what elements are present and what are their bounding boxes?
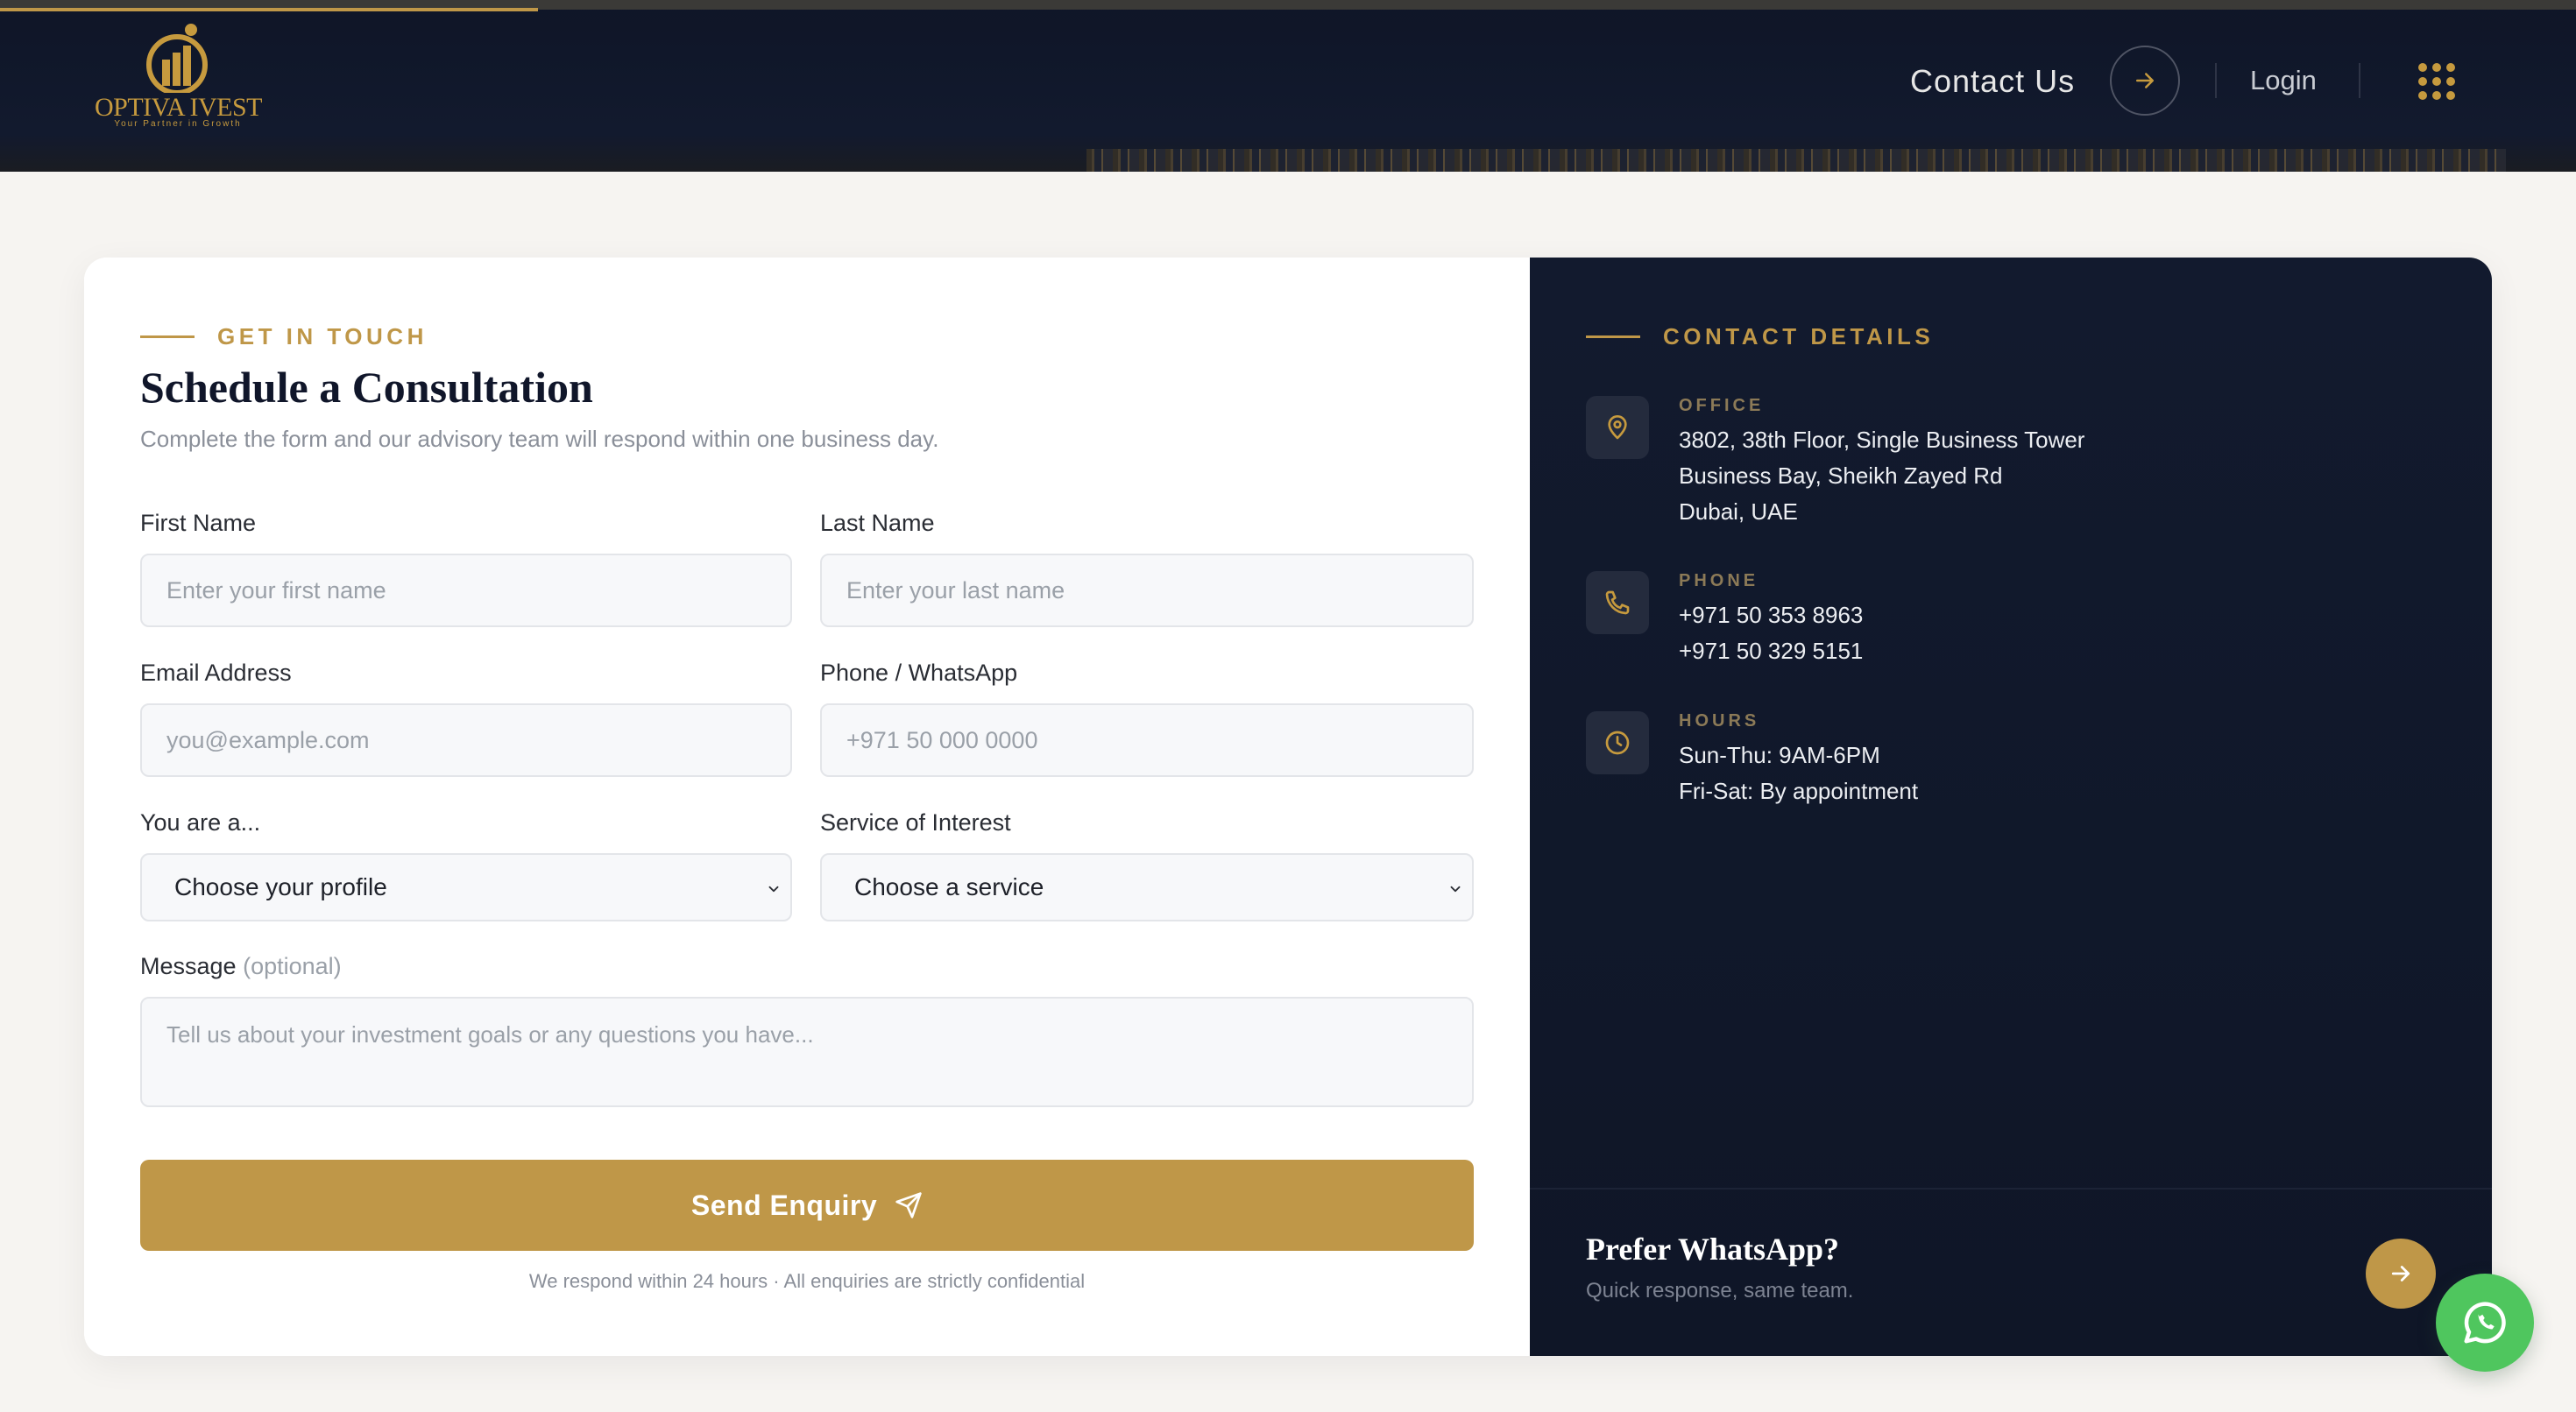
message-label-text: Message (140, 953, 237, 979)
send-enquiry-label: Send Enquiry (690, 1189, 878, 1221)
first-name-input[interactable]: Enter your first name (140, 554, 792, 627)
hours-line-2: Fri-Sat: By appointment (1679, 778, 1919, 804)
phone-input[interactable]: +971 50 000 0000 (820, 703, 1474, 777)
chevron-down-icon (768, 886, 779, 893)
office-heading: OFFICE (1679, 396, 1765, 415)
nav-divider (2215, 63, 2217, 98)
send-enquiry-button[interactable]: Send Enquiry (140, 1160, 1474, 1251)
service-select-value: Choose a service (854, 873, 1044, 900)
panel-divider (1530, 1188, 2492, 1190)
nav-divider (2359, 63, 2360, 98)
message-optional-hint: (optional) (243, 953, 342, 979)
enquiry-form: GET IN TOUCH Schedule a Consultation Com… (84, 258, 1530, 1356)
map-pin-icon (1608, 415, 1627, 440)
service-select[interactable]: Choose a service (820, 853, 1474, 921)
form-eyebrow: GET IN TOUCH (217, 323, 428, 349)
office-icon-tile (1586, 396, 1649, 459)
eyebrow-line (1586, 335, 1640, 338)
clock-icon (1605, 731, 1630, 755)
service-label: Service of Interest (820, 809, 1011, 836)
email-label: Email Address (140, 660, 292, 686)
page-progress-bar (0, 8, 538, 11)
phone-label: Phone / WhatsApp (820, 660, 1018, 686)
last-name-label: Last Name (820, 510, 935, 536)
contact-details-panel: CONTACT DETAILS OFFICE 3802, 38th Floor,… (1530, 258, 2492, 1356)
last-name-input[interactable]: Enter your last name (820, 554, 1474, 627)
whatsapp-floating-button[interactable] (2436, 1274, 2534, 1372)
nav-login-link[interactable]: Login (2250, 63, 2317, 98)
brand-logo[interactable]: OPTIVA IVEST Your Partner in Growth (95, 21, 262, 131)
apps-grid-icon[interactable] (2418, 63, 2455, 100)
phone-line-2[interactable]: +971 50 329 5151 (1679, 633, 1863, 669)
top-navigation: OPTIVA IVEST Your Partner in Growth Cont… (0, 0, 2576, 172)
profile-select-value: Choose your profile (174, 873, 387, 900)
email-input[interactable]: you@example.com (140, 703, 792, 777)
brand-tagline: Your Partner in Growth (114, 119, 242, 129)
phone-icon (1605, 590, 1630, 615)
paper-plane-icon (895, 1192, 922, 1218)
nav-contact-arrow-button[interactable] (2110, 46, 2180, 116)
contact-eyebrow: CONTACT DETAILS (1663, 323, 1935, 349)
whatsapp-icon (2464, 1302, 2506, 1344)
phone-icon-tile (1586, 571, 1649, 634)
form-subtitle: Complete the form and our advisory team … (140, 426, 939, 452)
first-name-label: First Name (140, 510, 257, 536)
phone-heading: PHONE (1679, 571, 1759, 590)
phone-line-1[interactable]: +971 50 353 8963 (1679, 597, 1863, 633)
whatsapp-cta-subtitle: Quick response, same team. (1586, 1279, 1854, 1303)
eyebrow-line (140, 335, 195, 338)
office-line-2: Business Bay, Sheikh Zayed Rd (1679, 462, 2003, 489)
message-label: Message (optional) (140, 953, 342, 980)
hours-line-1: Sun-Thu: 9AM-6PM (1679, 742, 1880, 768)
hours-icon-tile (1586, 711, 1649, 774)
office-line-3: Dubai, UAE (1679, 498, 1798, 525)
brand-name: OPTIVA IVEST (95, 93, 262, 122)
message-textarea[interactable]: Tell us about your investment goals or a… (140, 997, 1474, 1107)
chevron-down-icon (1450, 886, 1461, 893)
office-line-1: 3802, 38th Floor, Single Business Tower (1679, 427, 2085, 453)
logo-mark-icon (146, 24, 208, 93)
response-note: We respond within 24 hours · All enquiri… (528, 1270, 1086, 1292)
arrow-right-icon (2136, 73, 2154, 88)
nav-contact-us-link[interactable]: Contact Us (1910, 60, 2075, 103)
whatsapp-cta-arrow-button[interactable] (2366, 1239, 2436, 1309)
consultation-card: GET IN TOUCH Schedule a Consultation Com… (84, 258, 2492, 1356)
profile-label: You are a... (140, 809, 261, 836)
hours-heading: HOURS (1679, 711, 1760, 731)
form-title: Schedule a Consultation (140, 363, 593, 412)
whatsapp-cta-title: Prefer WhatsApp? (1586, 1232, 1840, 1267)
profile-select[interactable]: Choose your profile (140, 853, 792, 921)
arrow-right-icon (2391, 1266, 2410, 1281)
skyline-backdrop (1086, 149, 2506, 172)
